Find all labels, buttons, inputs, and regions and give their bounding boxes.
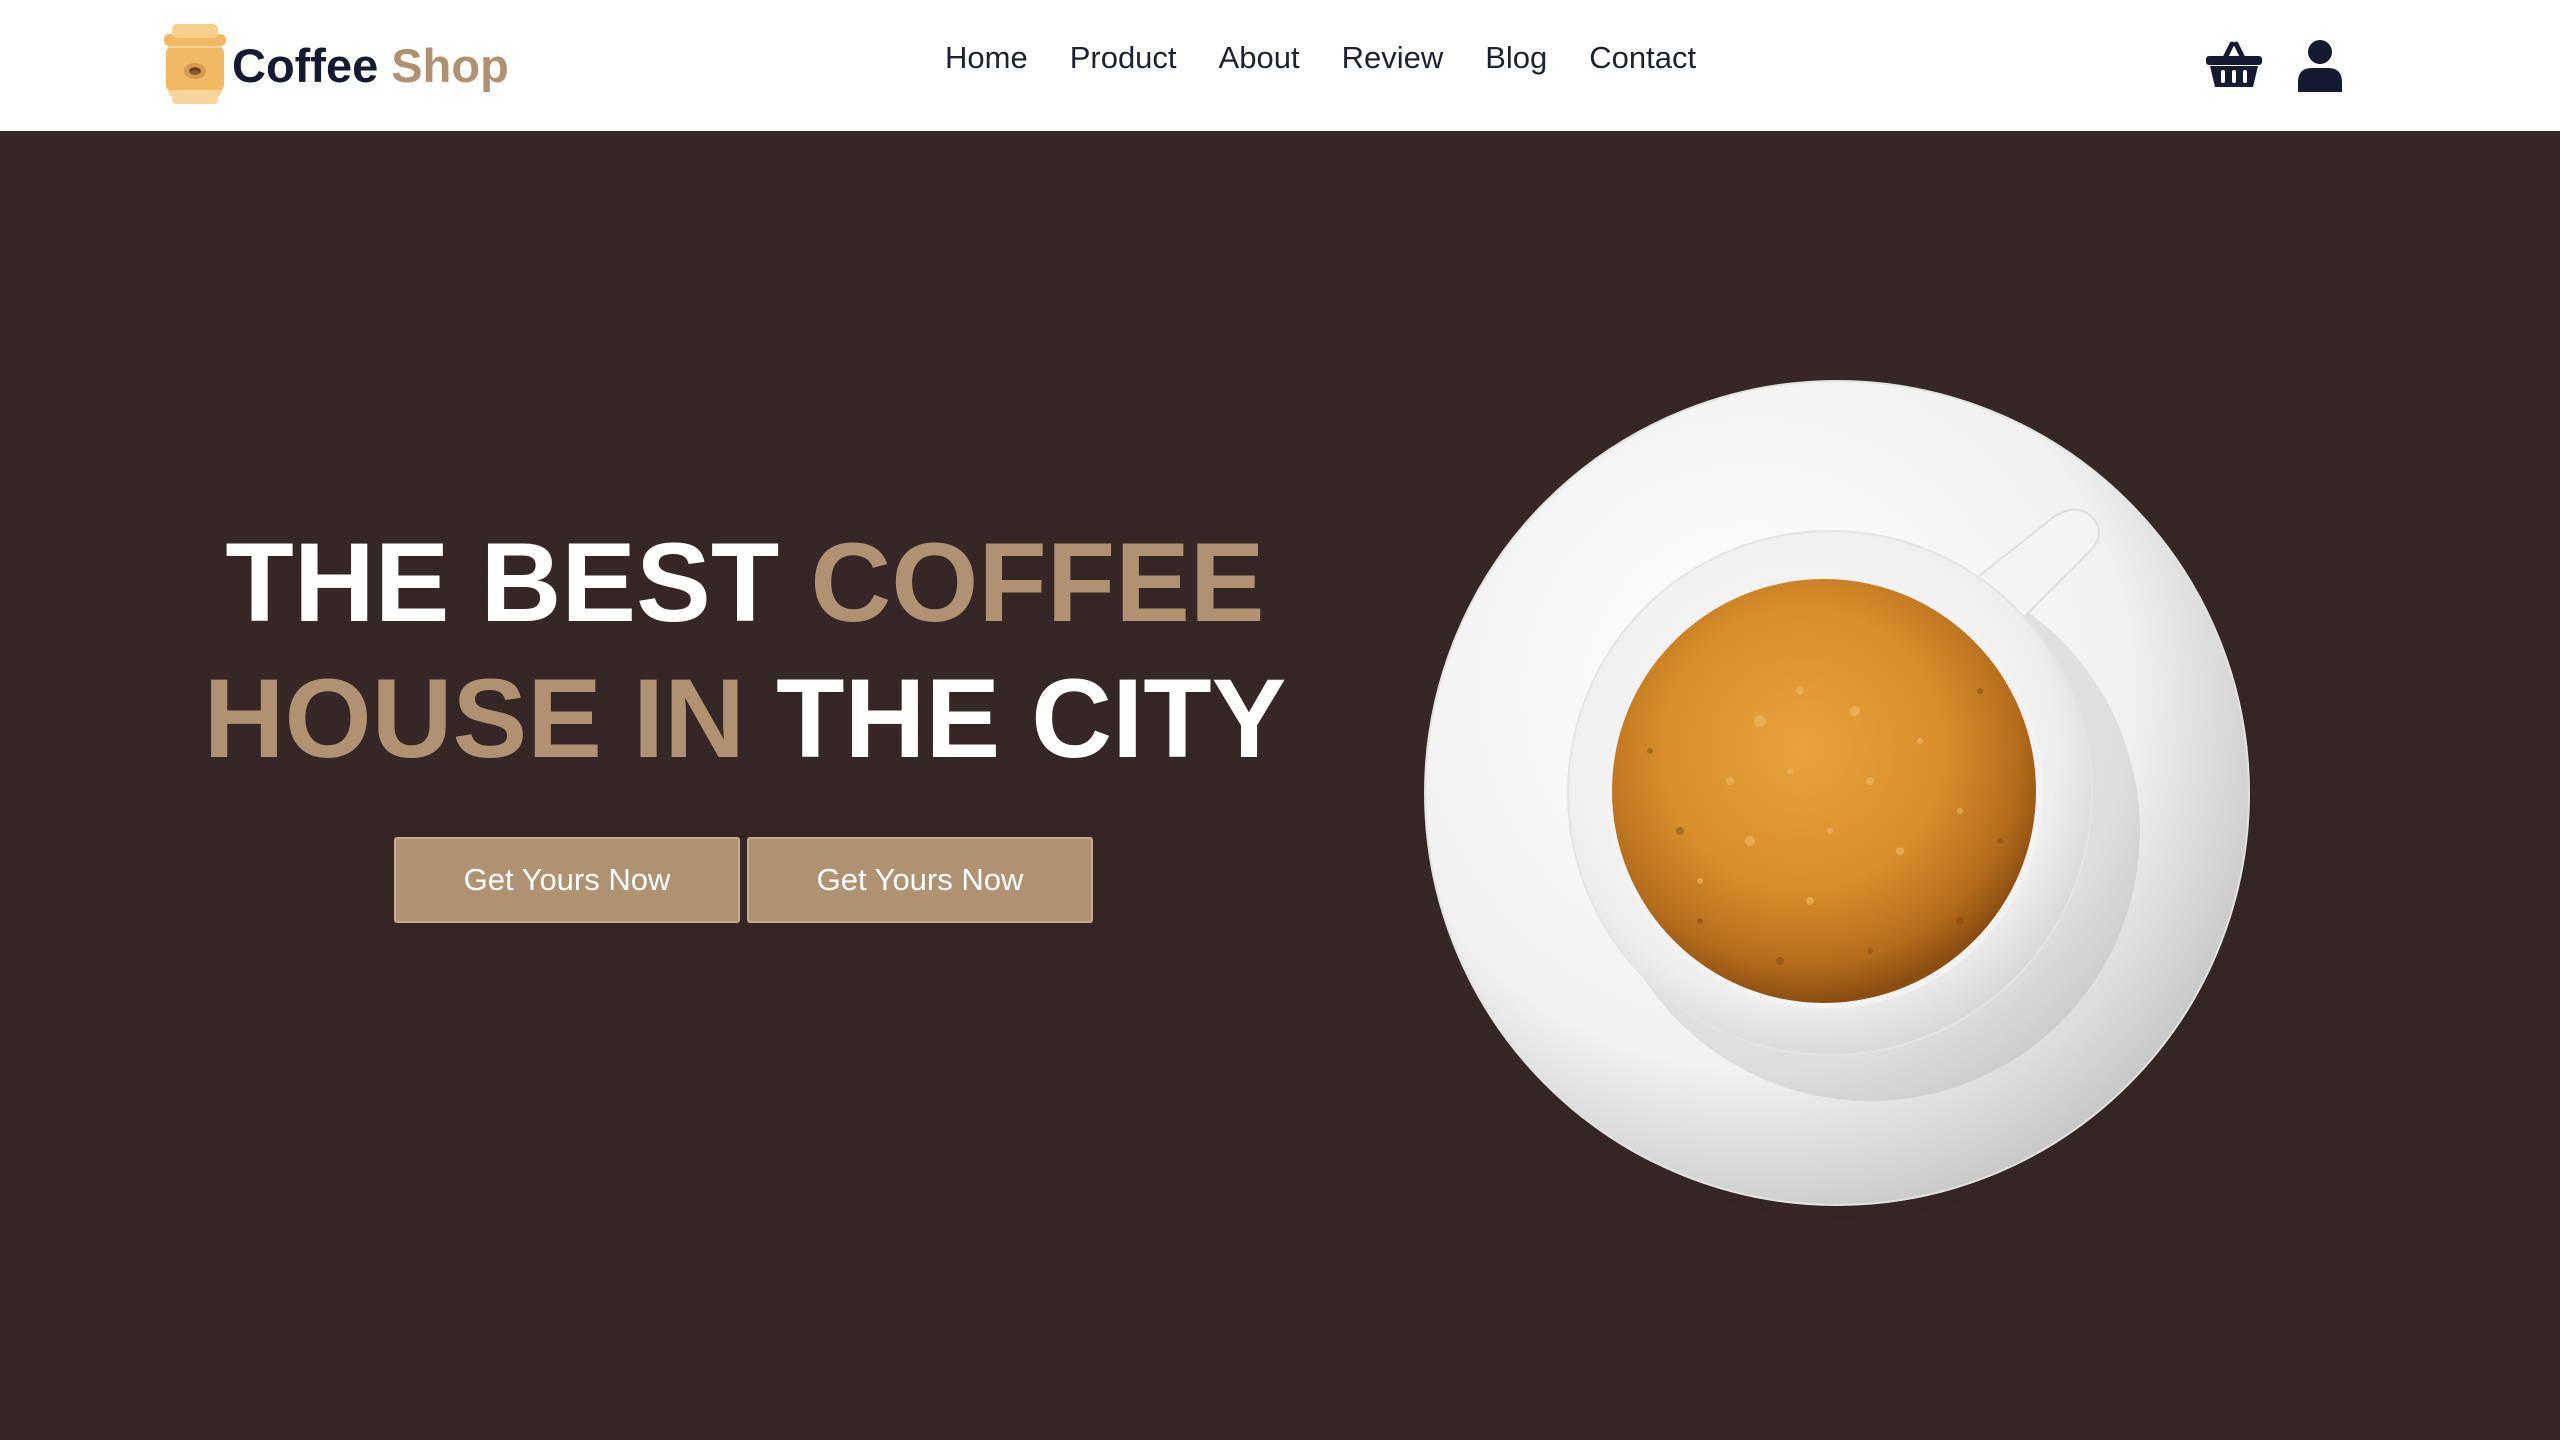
brand-name-part1: Coffee [232, 38, 379, 92]
coffee-cup-image [1424, 380, 2265, 1226]
nav-link-blog[interactable]: Blog [1485, 40, 1547, 76]
coffee-cup-logo-icon [164, 24, 226, 104]
get-yours-now-button-secondary[interactable]: Get Yours Now [747, 837, 1093, 923]
headline-text-accent: COFFEE [810, 520, 1265, 645]
nav-link-about[interactable]: About [1219, 40, 1300, 76]
brand-logo[interactable]: Coffee Shop [162, 22, 509, 108]
shopping-basket-icon[interactable] [2206, 40, 2262, 88]
nav-link-contact[interactable]: Contact [1589, 40, 1696, 76]
headline-text: THE CITY [776, 656, 1287, 781]
nav-link-product[interactable]: Product [1070, 40, 1177, 76]
brand-name: Coffee Shop [232, 38, 509, 93]
navbar: Coffee Shop Home Product About Review Bl… [0, 0, 2560, 131]
nav-link-review[interactable]: Review [1342, 40, 1444, 76]
get-yours-now-button[interactable]: Get Yours Now [394, 837, 740, 923]
brand-name-part2: Shop [391, 38, 509, 92]
user-icon[interactable] [2298, 40, 2342, 92]
hero-headline-line1: THE BEST COFFEE [0, 515, 1490, 651]
nav-link-home[interactable]: Home [945, 40, 1028, 76]
headline-text: THE BEST [225, 520, 780, 645]
hero-headline-line2: HOUSE IN THE CITY [0, 651, 1490, 787]
main-nav: Home Product About Review Blog Contact [945, 40, 1696, 76]
hero-section: THE BEST COFFEE HOUSE IN THE CITY Get Yo… [0, 131, 2560, 1440]
headline-text-accent: HOUSE IN [203, 656, 746, 781]
